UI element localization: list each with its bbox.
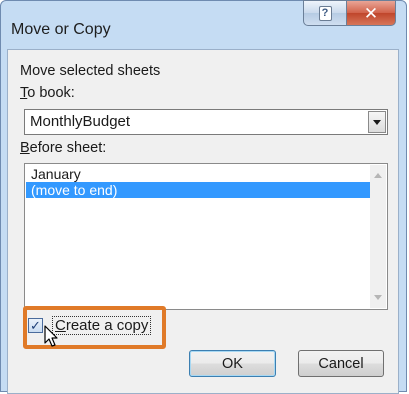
before-sheet-label-accelerator: B xyxy=(20,140,30,156)
title-bar[interactable]: Move or Copy ? ✕ xyxy=(1,0,406,49)
list-item-move-to-end[interactable]: (move to end) xyxy=(26,182,374,198)
listbox-scrollbar[interactable] xyxy=(370,165,386,308)
to-book-label: To book: xyxy=(20,85,75,101)
to-book-label-text: o book: xyxy=(27,85,75,101)
before-sheet-label: Before sheet: xyxy=(20,140,106,156)
before-sheet-label-text: efore sheet: xyxy=(29,140,107,156)
move-selected-sheets-heading: Move selected sheets xyxy=(20,63,161,79)
cancel-button[interactable]: Cancel xyxy=(298,350,384,377)
list-item-january[interactable]: January xyxy=(26,166,374,182)
close-icon: ✕ xyxy=(363,3,379,23)
help-button[interactable]: ? xyxy=(303,0,347,26)
scroll-up-arrow-icon[interactable] xyxy=(374,173,382,178)
close-button[interactable]: ✕ xyxy=(346,0,396,26)
before-sheet-listbox[interactable]: January (move to end) xyxy=(24,163,388,310)
to-book-value: MonthlyBudget xyxy=(30,113,131,130)
help-icon: ? xyxy=(318,5,332,21)
chevron-down-icon xyxy=(373,119,381,125)
ok-button[interactable]: OK xyxy=(189,350,276,377)
scroll-down-arrow-icon[interactable] xyxy=(374,295,382,300)
mouse-pointer-icon xyxy=(44,325,58,347)
dialog-title: Move or Copy xyxy=(11,21,111,38)
to-book-dropdown[interactable]: MonthlyBudget xyxy=(24,109,388,135)
to-book-dropdown-button[interactable] xyxy=(368,111,386,133)
